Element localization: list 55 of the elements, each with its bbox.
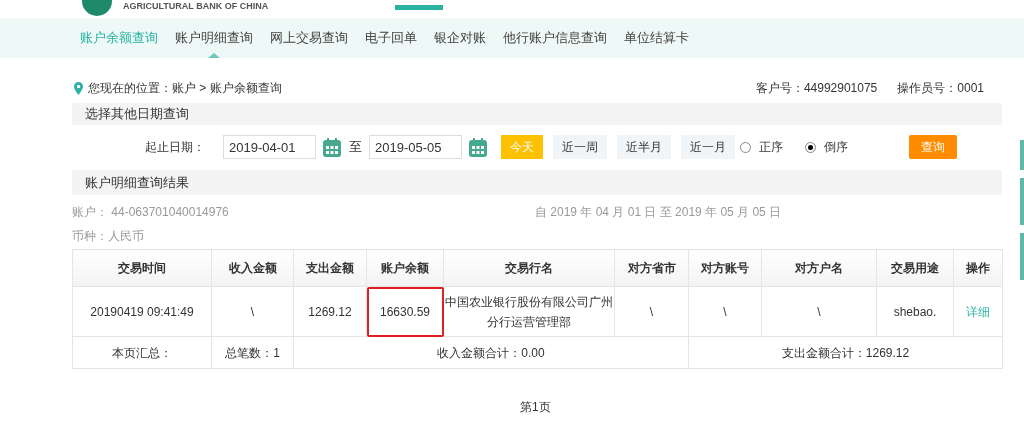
nav-tab[interactable]: 网上交易查询 bbox=[270, 18, 348, 58]
radio-label: 正序 bbox=[759, 139, 783, 156]
section-header: 选择其他日期查询 bbox=[72, 103, 1002, 125]
column-header: 交易时间 bbox=[72, 249, 212, 287]
column-header: 交易用途 bbox=[876, 249, 954, 287]
table-cell: 中国农业银行股份有限公司广州分行运营管理部 bbox=[443, 286, 615, 337]
column-header: 对方户名 bbox=[761, 249, 877, 287]
nav-tab[interactable]: 银企对账 bbox=[434, 18, 486, 58]
currency: 币种：人民币 bbox=[72, 228, 145, 245]
quick-range-button[interactable]: 近半月 bbox=[617, 135, 671, 159]
radio-button[interactable] bbox=[805, 141, 816, 153]
table-cell: 16630.59 bbox=[366, 286, 444, 337]
active-indicator bbox=[395, 5, 443, 10]
nav-tab[interactable]: 单位结算卡 bbox=[624, 18, 689, 58]
nav-tab[interactable]: 电子回单 bbox=[365, 18, 417, 58]
radio-button[interactable] bbox=[740, 141, 751, 153]
radio-label: 倒序 bbox=[824, 139, 848, 156]
calendar-icon[interactable] bbox=[469, 137, 487, 157]
calendar-icon[interactable] bbox=[323, 137, 341, 157]
customer-number: 客户号：44992901075 bbox=[755, 80, 878, 97]
summary-cell: 收入金额合计：0.00 bbox=[293, 336, 689, 369]
summary-cell: 总笔数：1 bbox=[211, 336, 294, 369]
table-cell: 20190419 09:41:49 bbox=[72, 286, 212, 337]
column-header: 对方省市 bbox=[614, 249, 689, 287]
date-label: 起止日期： bbox=[145, 139, 206, 156]
table-cell: 1269.12 bbox=[293, 286, 367, 337]
nav-tab[interactable]: 他行账户信息查询 bbox=[503, 18, 607, 58]
table-cell: \ bbox=[761, 286, 877, 337]
table-cell: \ bbox=[614, 286, 689, 337]
column-header: 交易行名 bbox=[443, 249, 615, 287]
location-pin-icon bbox=[74, 81, 83, 95]
column-header: 收入金额 bbox=[211, 249, 294, 287]
quick-range-button[interactable]: 近一月 bbox=[681, 135, 735, 159]
column-header: 操作 bbox=[953, 249, 1003, 287]
nav-tab[interactable]: 账户明细查询 bbox=[175, 18, 253, 58]
column-header: 支出金额 bbox=[293, 249, 367, 287]
section-header: 账户明细查询结果 bbox=[72, 170, 1002, 195]
summary-cell: 支出金额合计：1269.12 bbox=[688, 336, 1003, 369]
column-header: 账户余额 bbox=[366, 249, 444, 287]
table-cell: \ bbox=[211, 286, 294, 337]
date-range: 自 2019 年 04 月 01 日 至 2019 年 05 月 05 日 bbox=[535, 204, 782, 221]
operator-number: 操作员号：0001 bbox=[897, 80, 984, 97]
table-cell: shebao. bbox=[876, 286, 954, 337]
pointer-icon bbox=[208, 53, 220, 58]
column-header: 对方账号 bbox=[688, 249, 762, 287]
to-label: 至 bbox=[349, 138, 362, 157]
account-number: 账户： 44-063701040014976 bbox=[72, 204, 230, 221]
quick-range-button[interactable]: 近一周 bbox=[553, 135, 607, 159]
page-number: 第1页 bbox=[520, 399, 551, 416]
breadcrumb: 您现在的位置：账户 > 账户余额查询 bbox=[88, 80, 282, 97]
summary-cell: 本页汇总： bbox=[72, 336, 212, 369]
logo-text: AGRICULTURAL BANK OF CHINA bbox=[123, 1, 269, 11]
table-cell: \ bbox=[688, 286, 762, 337]
end-date-field[interactable]: 2019-05-05 bbox=[369, 135, 462, 159]
start-date-field[interactable]: 2019-04-01 bbox=[223, 135, 316, 159]
